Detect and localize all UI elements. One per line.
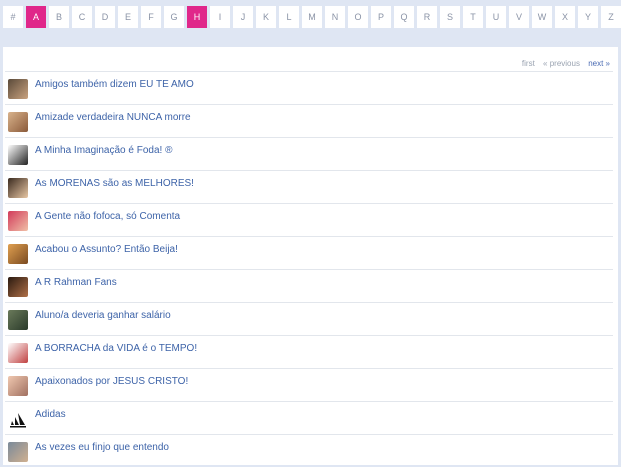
letter-link-a[interactable]: A — [26, 6, 46, 28]
community-row: A BORRACHA da VIDA é o TEMPO! — [5, 335, 613, 368]
pager-next-link[interactable]: next » — [588, 59, 610, 68]
community-row: A Minha Imaginação é Foda! ® — [5, 137, 613, 170]
pager-previous-link[interactable]: « previous — [543, 59, 580, 68]
community-thumbnail-icon[interactable] — [8, 145, 28, 165]
community-title-link[interactable]: Amigos também dizem EU TE AMO — [35, 79, 194, 90]
community-list-panel: first « previous next » Amigos também di… — [3, 47, 618, 465]
community-title-link[interactable]: A BORRACHA da VIDA é o TEMPO! — [35, 343, 197, 354]
letter-link-i[interactable]: I — [210, 6, 230, 28]
community-title-link[interactable]: As vezes eu finjo que entendo — [35, 442, 169, 453]
community-row: Acabou o Assunto? Então Beija! — [5, 236, 613, 269]
letter-link-c[interactable]: C — [72, 6, 92, 28]
letter-link-h[interactable]: H — [187, 6, 207, 28]
community-row: Amizade verdadeira NUNCA morre — [5, 104, 613, 137]
letter-link-v[interactable]: V — [509, 6, 529, 28]
community-thumbnail-icon[interactable] — [8, 343, 28, 363]
community-title-link[interactable]: Acabou o Assunto? Então Beija! — [35, 244, 178, 255]
letter-link-k[interactable]: K — [256, 6, 276, 28]
pagination: first « previous next » — [516, 59, 610, 68]
community-thumbnail-icon[interactable] — [8, 310, 28, 330]
community-title-link[interactable]: A R Rahman Fans — [35, 277, 117, 288]
letter-link-q[interactable]: Q — [394, 6, 414, 28]
community-thumbnail-icon[interactable] — [8, 376, 28, 396]
community-title-link[interactable]: A Minha Imaginação é Foda! ® — [35, 145, 172, 156]
community-thumbnail-icon[interactable] — [8, 178, 28, 198]
community-thumbnail-icon[interactable] — [8, 442, 28, 462]
letter-link-p[interactable]: P — [371, 6, 391, 28]
letter-link-n[interactable]: N — [325, 6, 345, 28]
community-thumbnail-icon[interactable] — [8, 79, 28, 99]
letter-link-b[interactable]: B — [49, 6, 69, 28]
community-list: Amigos também dizem EU TE AMO Amizade ver… — [5, 71, 613, 467]
community-title-link[interactable]: A Gente não fofoca, só Comenta — [35, 211, 180, 222]
community-row: Aluno/a deveria ganhar salário — [5, 302, 613, 335]
letter-link-o[interactable]: O — [348, 6, 368, 28]
adidas-logo-icon[interactable] — [8, 409, 28, 429]
letter-link-d[interactable]: D — [95, 6, 115, 28]
letter-link-hash[interactable]: # — [3, 6, 23, 28]
letter-link-f[interactable]: F — [141, 6, 161, 28]
community-title-link[interactable]: Apaixonados por JESUS CRISTO! — [35, 376, 188, 387]
letter-link-w[interactable]: W — [532, 6, 552, 28]
letter-link-s[interactable]: S — [440, 6, 460, 28]
community-row: A Gente não fofoca, só Comenta — [5, 203, 613, 236]
letter-link-r[interactable]: R — [417, 6, 437, 28]
community-title-link[interactable]: Adidas — [35, 409, 66, 420]
community-title-link[interactable]: Amizade verdadeira NUNCA morre — [35, 112, 191, 123]
letter-link-j[interactable]: J — [233, 6, 253, 28]
letter-link-y[interactable]: Y — [578, 6, 598, 28]
community-thumbnail-icon[interactable] — [8, 112, 28, 132]
community-thumbnail-icon[interactable] — [8, 211, 28, 231]
community-row: Adidas — [5, 401, 613, 434]
community-row: As MORENAS são as MELHORES! — [5, 170, 613, 203]
letter-link-t[interactable]: T — [463, 6, 483, 28]
letter-link-g[interactable]: G — [164, 6, 184, 28]
community-row: A R Rahman Fans — [5, 269, 613, 302]
community-title-link[interactable]: Aluno/a deveria ganhar salário — [35, 310, 171, 321]
letter-link-e[interactable]: E — [118, 6, 138, 28]
community-row: As vezes eu finjo que entendo — [5, 434, 613, 467]
letter-link-z[interactable]: Z — [601, 6, 621, 28]
community-title-link[interactable]: As MORENAS são as MELHORES! — [35, 178, 194, 189]
letter-link-u[interactable]: U — [486, 6, 506, 28]
alphabet-nav: # A B C D E F G H I J K L M N O P Q R S T U V W X Y Z — [0, 0, 621, 44]
community-thumbnail-icon[interactable] — [8, 277, 28, 297]
letter-link-x[interactable]: X — [555, 6, 575, 28]
community-row: Amigos também dizem EU TE AMO — [5, 71, 613, 104]
pager-first-link[interactable]: first — [522, 59, 535, 68]
letter-link-l[interactable]: L — [279, 6, 299, 28]
letter-link-m[interactable]: M — [302, 6, 322, 28]
community-row: Apaixonados por JESUS CRISTO! — [5, 368, 613, 401]
community-thumbnail-icon[interactable] — [8, 244, 28, 264]
